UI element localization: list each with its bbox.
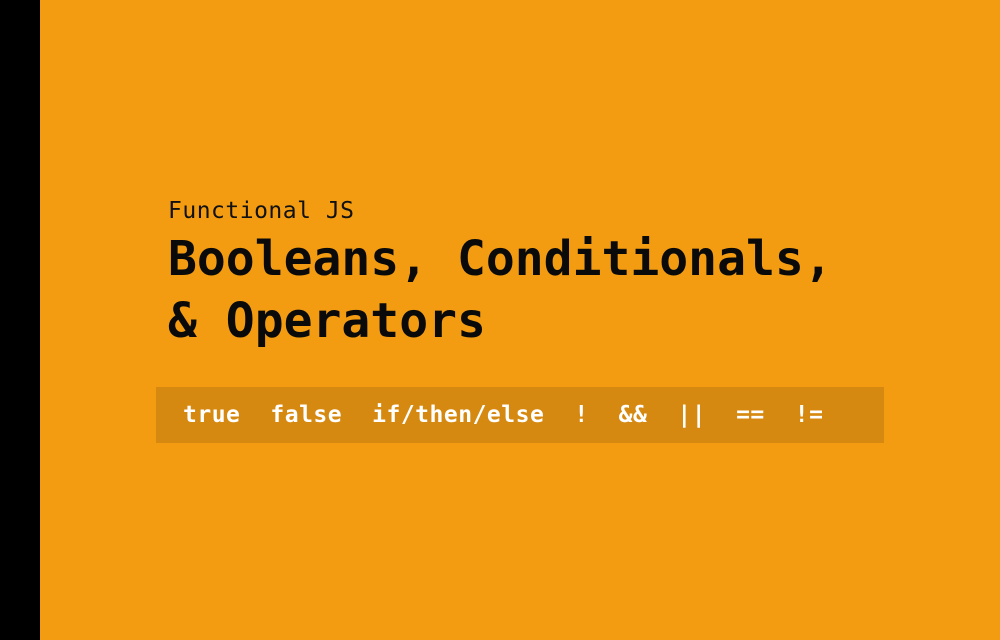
keyword-or-operator: || [677,402,707,428]
keyword-and-operator: && [618,402,648,428]
keyword-false: false [270,402,343,428]
keyword-inequality-operator: != [794,402,824,428]
left-side-bar [0,0,40,640]
keyword-true: true [183,402,241,428]
keyword-if-then-else: if/then/else [372,402,545,428]
keyword-equality-operator: == [736,402,765,428]
slide-content: Functional JS Booleans, Conditionals, & … [168,196,928,352]
keywords-bar: true false if/then/else ! && || == != [156,387,884,443]
slide-subtitle: Functional JS [168,198,355,224]
keyword-not-operator: ! [574,402,589,428]
slide-title-line-1: Booleans, Conditionals, [168,231,833,287]
slide-title-line-2: & Operators [168,293,486,349]
slide-title: Booleans, Conditionals, & Operators [168,228,928,352]
